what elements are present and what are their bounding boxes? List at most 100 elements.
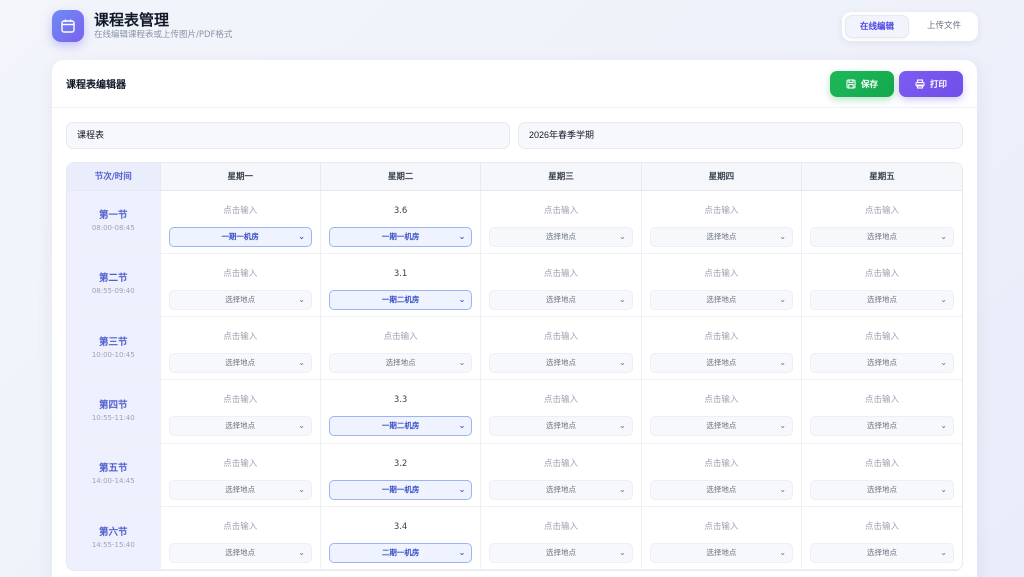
course-input[interactable]: 点击输入 bbox=[810, 394, 954, 406]
location-select[interactable]: 一期一机房 ⌄ bbox=[328, 479, 473, 500]
course-input[interactable]: 点击输入 bbox=[489, 331, 632, 343]
course-input[interactable]: 点击输入 bbox=[650, 205, 793, 217]
location-select[interactable]: 选择地点 ⌄ bbox=[168, 353, 312, 374]
location-select[interactable]: 一期一机房 ⌄ bbox=[168, 226, 312, 247]
location-select[interactable]: 选择地点 ⌄ bbox=[168, 289, 312, 310]
location-value: 选择地点 bbox=[706, 294, 737, 304]
course-input[interactable]: 点击输入 bbox=[489, 268, 632, 280]
location-value: 选择地点 bbox=[385, 358, 416, 368]
tab-upload-file[interactable]: 上传文件 bbox=[913, 15, 975, 38]
location-select[interactable]: 选择地点 ⌄ bbox=[810, 289, 954, 310]
chevron-down-icon: ⌄ bbox=[940, 294, 947, 304]
location-select[interactable]: 选择地点 ⌄ bbox=[168, 542, 312, 563]
location-value: 选择地点 bbox=[545, 484, 576, 494]
location-select[interactable]: 选择地点 ⌄ bbox=[328, 353, 473, 374]
term-input[interactable]: 2026年春季学期 bbox=[518, 122, 963, 149]
location-select[interactable]: 一期二机房 ⌄ bbox=[328, 289, 473, 310]
schedule-cell: 点击输入选择地点 ⌄ bbox=[641, 316, 803, 381]
schedule-cell: 点击输入选择地点 ⌄ bbox=[160, 253, 321, 318]
brand: 课程表管理 在线编辑课程表或上传图片/PDF格式 bbox=[52, 10, 232, 42]
chevron-down-icon: ⌄ bbox=[940, 484, 947, 494]
course-input[interactable]: 点击输入 bbox=[810, 205, 954, 217]
period-name: 第三节 bbox=[98, 336, 128, 348]
editor-card: 课程表编辑器 保存 打印 课程表 2026年春季学期 节次/时间 星期一 星期二星… bbox=[52, 60, 977, 577]
location-value: 选择地点 bbox=[545, 421, 576, 431]
print-button[interactable]: 打印 bbox=[899, 70, 963, 97]
location-select[interactable]: 选择地点 ⌄ bbox=[649, 226, 794, 247]
table-row: 第四节 10:55-11:40 点击输入 选择地点 ⌄ 3.3 一期二机房 ⌄ 点击输入 选择地点… bbox=[67, 379, 962, 444]
location-value: 选择地点 bbox=[706, 421, 737, 431]
location-select[interactable]: 一期一机房 ⌄ bbox=[328, 226, 473, 247]
course-input[interactable]: 点击输入 bbox=[489, 458, 632, 470]
course-input[interactable]: 3.6 bbox=[329, 205, 472, 217]
course-input[interactable]: 点击输入 bbox=[489, 521, 632, 533]
course-input[interactable]: 点击输入 bbox=[169, 521, 312, 533]
table-row: 第六节 14:55-15:40 点击输入 选择地点 ⌄ 3.4 二期一机房 ⌄ 点击输入 选择地点… bbox=[67, 506, 962, 571]
schedule-cell: 点击输入选择地点 ⌄ bbox=[160, 443, 321, 507]
location-select[interactable]: 选择地点 ⌄ bbox=[649, 289, 794, 310]
editor-title: 课程表编辑器 bbox=[66, 80, 126, 91]
course-input[interactable]: 点击输入 bbox=[489, 394, 632, 406]
schedule-cell: 点击输入选择地点 ⌄ bbox=[801, 443, 962, 507]
course-input[interactable]: 3.1 bbox=[329, 268, 472, 280]
course-input[interactable]: 点击输入 bbox=[650, 268, 793, 280]
location-select[interactable]: 选择地点 ⌄ bbox=[489, 226, 633, 247]
course-input[interactable]: 点击输入 bbox=[329, 331, 472, 343]
schedule-table: 节次/时间 星期一 星期二 星期三 星期四 星期五 第一节 08:00-08:45 点击输入… bbox=[66, 162, 963, 572]
course-input[interactable]: 点击输入 bbox=[169, 331, 312, 343]
location-select[interactable]: 选择地点 ⌄ bbox=[810, 479, 954, 500]
location-select[interactable]: 选择地点 ⌄ bbox=[649, 479, 794, 500]
location-select[interactable]: 选择地点 ⌄ bbox=[489, 353, 633, 374]
location-select[interactable]: 二期一机房 ⌄ bbox=[328, 542, 473, 563]
location-select[interactable]: 选择地点 ⌄ bbox=[810, 416, 954, 437]
schedule-name-input[interactable]: 课程表 bbox=[66, 122, 510, 149]
location-select[interactable]: 选择地点 ⌄ bbox=[168, 479, 312, 500]
printer-icon bbox=[915, 78, 925, 89]
location-select[interactable]: 选择地点 ⌄ bbox=[649, 542, 794, 563]
chevron-down-icon: ⌄ bbox=[458, 421, 466, 431]
course-input[interactable]: 点击输入 bbox=[650, 331, 793, 343]
table-row: 第三节 10:00-10:45 点击输入 选择地点 ⌄ 点击输入 选择地点 ⌄ 点击输入 选择地点… bbox=[67, 316, 962, 381]
course-input[interactable]: 点击输入 bbox=[489, 205, 632, 217]
location-select[interactable]: 选择地点 ⌄ bbox=[489, 542, 633, 563]
schedule-cell: 点击输入选择地点 ⌄ bbox=[480, 379, 642, 444]
location-value: 选择地点 bbox=[706, 231, 737, 241]
location-select[interactable]: 选择地点 ⌄ bbox=[649, 353, 794, 374]
location-select[interactable]: 选择地点 ⌄ bbox=[489, 479, 633, 500]
tab-online-edit[interactable]: 在线编辑 bbox=[844, 14, 909, 38]
course-input[interactable]: 点击输入 bbox=[810, 521, 954, 533]
course-input[interactable]: 点击输入 bbox=[169, 394, 312, 406]
chevron-down-icon: ⌄ bbox=[618, 231, 626, 241]
course-input[interactable]: 3.2 bbox=[329, 458, 472, 470]
location-value: 选择地点 bbox=[706, 358, 737, 368]
course-input[interactable]: 点击输入 bbox=[650, 521, 793, 533]
course-input[interactable]: 点击输入 bbox=[650, 458, 793, 470]
save-button[interactable]: 保存 bbox=[830, 70, 894, 97]
chevron-down-icon: ⌄ bbox=[779, 547, 787, 557]
course-input[interactable]: 点击输入 bbox=[650, 394, 793, 406]
schedule-cell: 点击输入选择地点 ⌄ bbox=[641, 443, 803, 507]
schedule-cell: 点击输入选择地点 ⌄ bbox=[641, 506, 803, 571]
course-input[interactable]: 点击输入 bbox=[810, 331, 954, 343]
location-select[interactable]: 选择地点 ⌄ bbox=[810, 226, 954, 247]
location-select[interactable]: 选择地点 ⌄ bbox=[649, 416, 794, 437]
period-time: 14:00-14:45 bbox=[91, 477, 135, 486]
course-input[interactable]: 3.3 bbox=[329, 394, 472, 406]
course-input[interactable]: 点击输入 bbox=[169, 458, 312, 470]
course-input[interactable]: 3.4 bbox=[329, 521, 472, 533]
location-select[interactable]: 选择地点 ⌄ bbox=[489, 416, 633, 437]
location-select[interactable]: 一期二机房 ⌄ bbox=[328, 416, 473, 437]
course-input[interactable]: 点击输入 bbox=[810, 458, 954, 470]
location-select[interactable]: 选择地点 ⌄ bbox=[168, 416, 312, 437]
location-select[interactable]: 选择地点 ⌄ bbox=[810, 542, 954, 563]
location-select[interactable]: 选择地点 ⌄ bbox=[810, 353, 954, 374]
location-select[interactable]: 选择地点 ⌄ bbox=[489, 289, 633, 310]
location-value: 选择地点 bbox=[706, 547, 737, 557]
course-input[interactable]: 点击输入 bbox=[169, 205, 312, 217]
location-value: 选择地点 bbox=[225, 484, 256, 494]
schedule-cell: 3.4 二期一机房 ⌄ bbox=[320, 506, 482, 571]
course-input[interactable]: 点击输入 bbox=[810, 268, 954, 280]
chevron-down-icon: ⌄ bbox=[618, 358, 626, 368]
location-value: 选择地点 bbox=[225, 294, 256, 304]
course-input[interactable]: 点击输入 bbox=[169, 268, 312, 280]
